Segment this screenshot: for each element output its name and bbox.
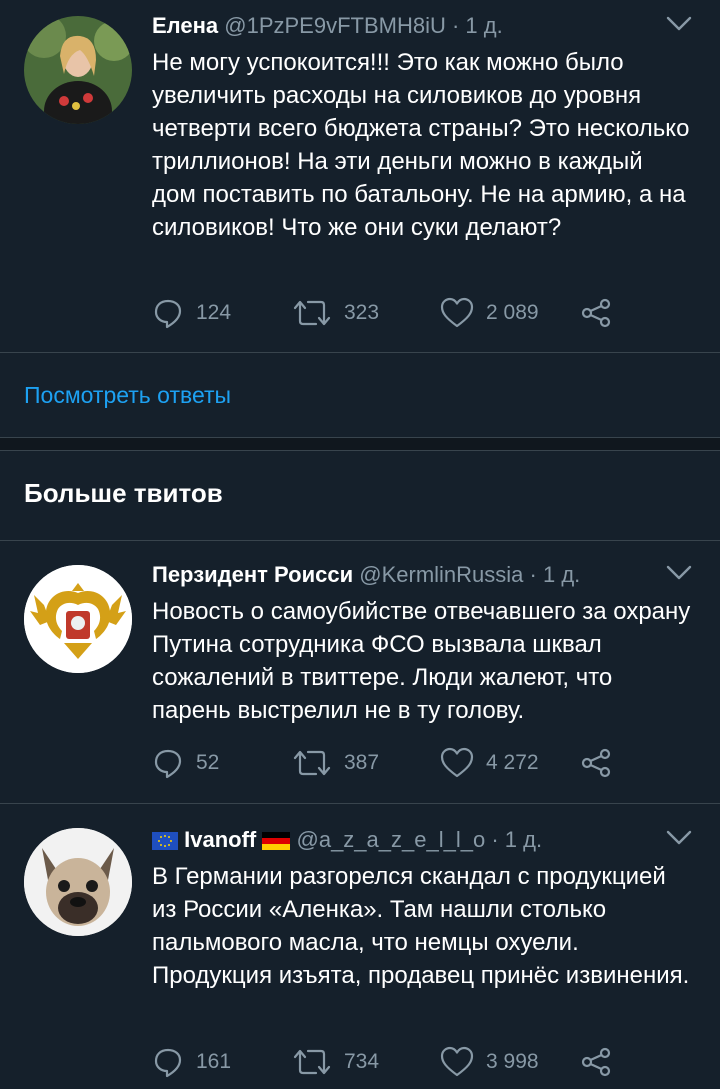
retweet-icon bbox=[293, 1049, 331, 1075]
like-button[interactable]: 4 272 bbox=[440, 746, 539, 780]
chevron-down-icon[interactable] bbox=[666, 828, 692, 848]
like-button[interactable]: 2 089 bbox=[440, 296, 539, 330]
germany-flag-icon bbox=[262, 832, 291, 851]
tweet-header: Перзидент Роисси @KermlinRussia · 1 д. bbox=[152, 561, 692, 589]
eu-flag-icon bbox=[152, 832, 178, 851]
avatar-ivanoff[interactable] bbox=[24, 828, 132, 936]
retweet-icon bbox=[293, 300, 331, 326]
reply-icon bbox=[154, 1048, 182, 1078]
retweet-button[interactable]: 734 bbox=[292, 1045, 379, 1079]
reply-count: 52 bbox=[196, 751, 220, 774]
section-title: Больше твитов bbox=[24, 478, 223, 508]
share-icon bbox=[581, 748, 611, 778]
share-button[interactable] bbox=[580, 1045, 624, 1079]
reply-count: 161 bbox=[196, 1050, 232, 1073]
share-button[interactable] bbox=[580, 296, 624, 330]
reply-icon bbox=[154, 299, 182, 329]
retweet-button[interactable]: 387 bbox=[292, 746, 379, 780]
retweet-count: 387 bbox=[344, 751, 380, 774]
share-button[interactable] bbox=[580, 746, 624, 780]
heart-icon bbox=[440, 747, 474, 778]
tweet-time[interactable]: · 1 д. bbox=[491, 827, 542, 852]
reply-icon bbox=[154, 749, 182, 779]
like-button[interactable]: 3 998 bbox=[440, 1045, 539, 1079]
tweet-text: Не могу успокоится!!! Это как можно было… bbox=[152, 49, 690, 241]
tweet-text: В Германии разгорелся скандал с продукци… bbox=[152, 863, 690, 989]
tweet-2[interactable]: Перзидент Роисси @KermlinRussia · 1 д. Н… bbox=[0, 541, 720, 803]
tweet-time[interactable]: · 1 д. bbox=[530, 562, 581, 587]
view-replies-link[interactable]: Посмотреть ответы bbox=[24, 382, 231, 409]
retweet-icon bbox=[293, 750, 331, 776]
like-count: 3 998 bbox=[486, 1050, 539, 1073]
reply-button[interactable]: 52 bbox=[152, 746, 219, 780]
share-icon bbox=[581, 298, 611, 328]
author-name[interactable]: Перзидент Роисси bbox=[152, 562, 353, 587]
reply-count: 124 bbox=[196, 301, 232, 324]
retweet-count: 734 bbox=[344, 1050, 380, 1073]
author-handle[interactable]: @a_z_a_z_e_l_l_o bbox=[297, 827, 486, 852]
tweet-text: Новость о самоубийстве отвечавшего за ох… bbox=[152, 598, 691, 724]
author-handle[interactable]: @1PzPE9vFTBMH8iU bbox=[224, 13, 446, 38]
reply-button[interactable]: 161 bbox=[152, 1045, 231, 1079]
author-name[interactable]: Елена bbox=[152, 13, 218, 38]
heart-icon bbox=[440, 1046, 474, 1077]
author-handle[interactable]: @KermlinRussia bbox=[359, 562, 523, 587]
avatar-kermlin[interactable] bbox=[24, 565, 132, 673]
heart-icon bbox=[440, 297, 474, 328]
chevron-down-icon[interactable] bbox=[666, 563, 692, 583]
tweet-header: Елена @1PzPE9vFTBMH8iU · 1 д. bbox=[152, 12, 692, 40]
chevron-down-icon[interactable] bbox=[666, 14, 692, 34]
section-separator bbox=[0, 437, 720, 451]
tweet-1[interactable]: Елена @1PzPE9vFTBMH8iU · 1 д. Не могу ус… bbox=[0, 0, 720, 352]
retweet-count: 323 bbox=[344, 301, 380, 324]
avatar-elena[interactable] bbox=[24, 16, 132, 124]
like-count: 4 272 bbox=[486, 751, 539, 774]
divider bbox=[0, 352, 720, 353]
retweet-button[interactable]: 323 bbox=[292, 296, 379, 330]
share-icon bbox=[581, 1047, 611, 1077]
like-count: 2 089 bbox=[486, 301, 539, 324]
tweet-time[interactable]: · 1 д. bbox=[452, 13, 503, 38]
tweet-header: Ivanoff @a_z_a_z_e_l_l_o · 1 д. bbox=[152, 826, 692, 854]
author-name[interactable]: Ivanoff bbox=[184, 827, 256, 852]
tweet-3[interactable]: Ivanoff @a_z_a_z_e_l_l_o · 1 д. В Герман… bbox=[0, 804, 720, 1089]
reply-button[interactable]: 124 bbox=[152, 296, 231, 330]
